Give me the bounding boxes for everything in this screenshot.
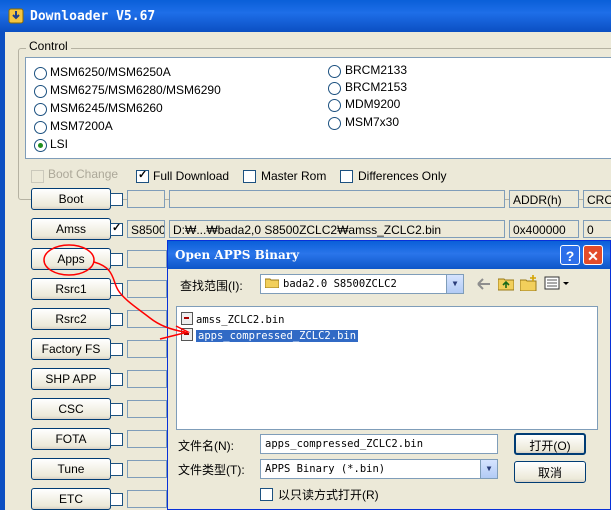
- annotation-arrow: [93, 261, 186, 333]
- annotation-circle: [43, 244, 95, 276]
- annotation-arrowhead: [159, 325, 191, 340]
- annotation-overlay: [43, 244, 191, 340]
